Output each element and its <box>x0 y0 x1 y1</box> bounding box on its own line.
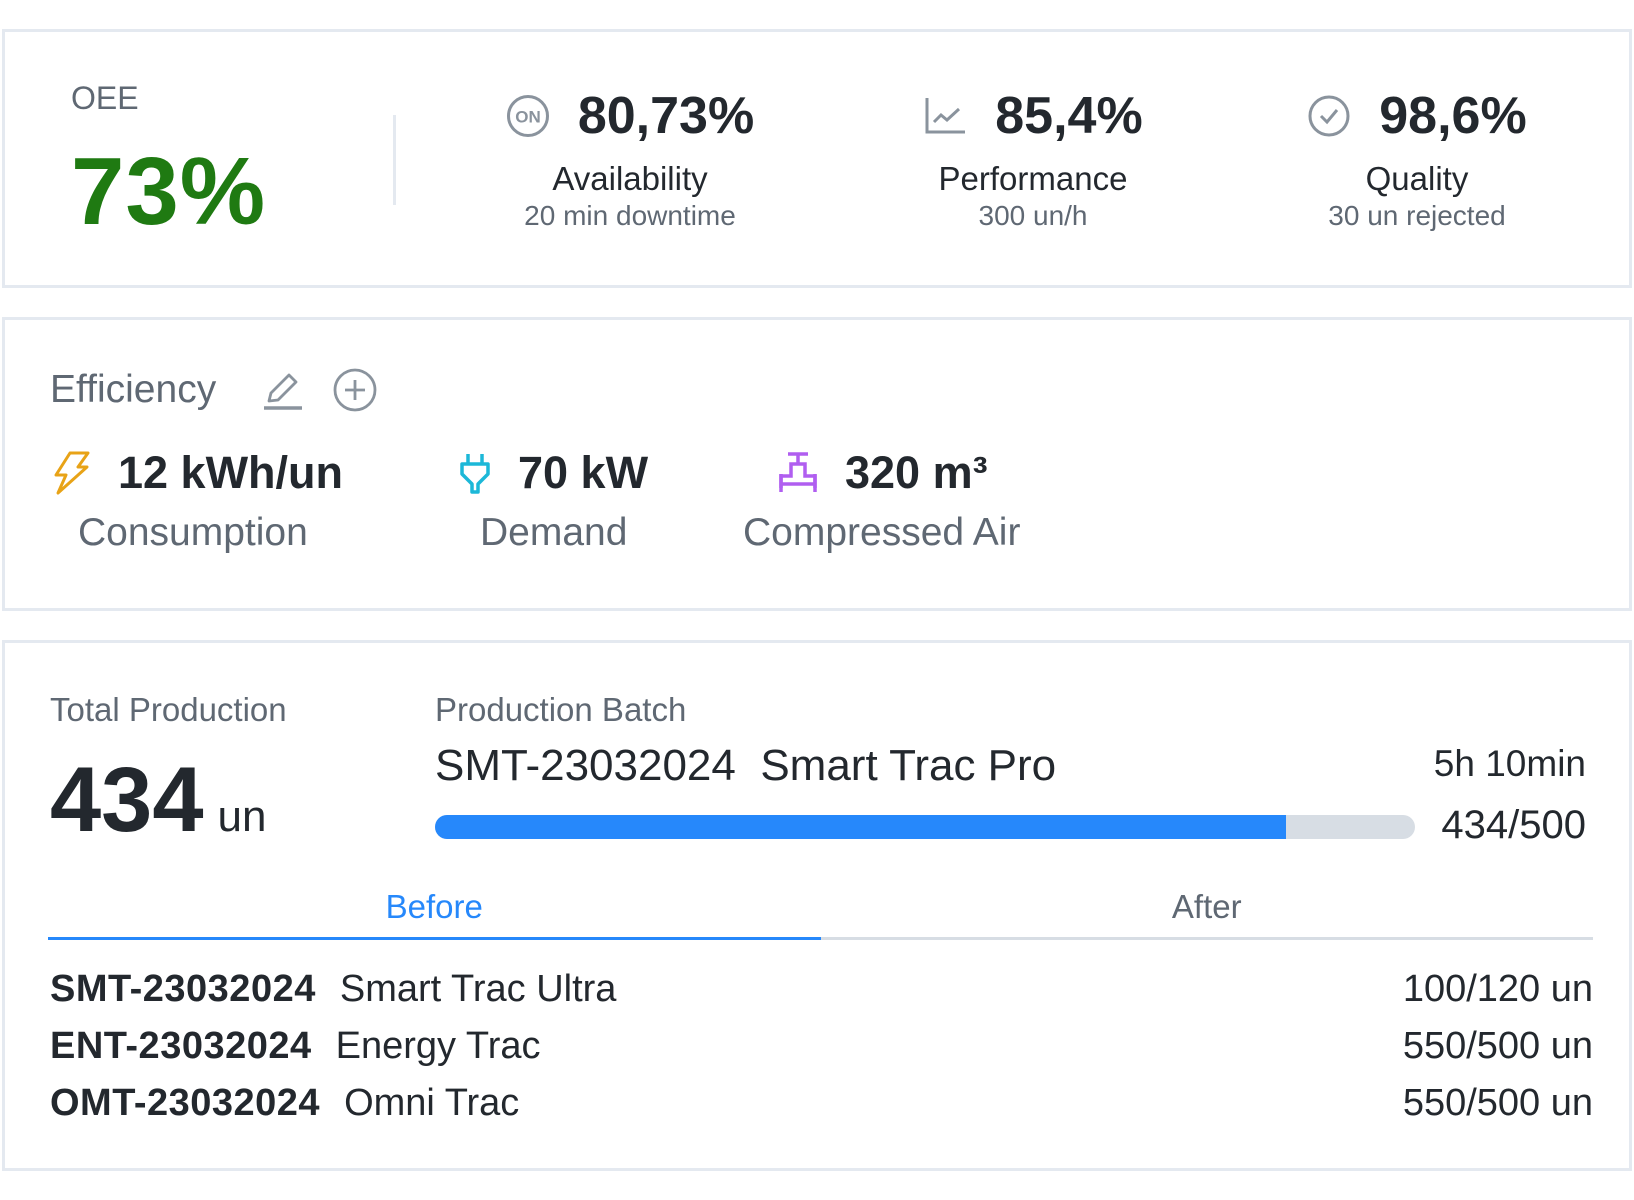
availability-value: 80,73% <box>577 87 755 145</box>
batch-count: 550/500 un <box>1402 1082 1593 1124</box>
production-batch-time: 5h 10min <box>1433 743 1586 784</box>
consumption-label: Consumption <box>78 511 308 554</box>
batch-name: Omni Trac <box>344 1082 520 1124</box>
check-circle-icon <box>1307 94 1351 138</box>
batch-name: Smart Trac Ultra <box>339 968 617 1010</box>
kpi-performance: 85,4% Performance 300 un/h <box>853 84 1213 232</box>
kpi-availability: ON 80,73% Availability 20 min downtime <box>450 84 810 232</box>
total-production-unit: un <box>217 792 267 841</box>
production-card: Total Production 434 un Production Batch … <box>2 640 1632 1171</box>
quality-label: Quality <box>1365 160 1469 197</box>
performance-sub: 300 un/h <box>978 200 1088 231</box>
batch-code: SMT-23032024 <box>50 968 316 1010</box>
list-item[interactable]: OMT-23032024 Omni Trac 550/500 un <box>50 1075 1593 1132</box>
kpi-quality: 98,6% Quality 30 un rejected <box>1237 84 1597 232</box>
production-batch-progress <box>435 815 1415 839</box>
batch-count: 100/120 un <box>1402 968 1593 1010</box>
total-production-label: Total Production <box>50 691 287 728</box>
production-batch-label: Production Batch <box>435 691 687 728</box>
metric-consumption: 12 kWh/un Consumption <box>52 445 343 555</box>
batch-code: ENT-23032024 <box>50 1025 312 1067</box>
oee-value: 73% <box>71 138 267 245</box>
consumption-value: 12 kWh/un <box>118 447 344 498</box>
list-item[interactable]: SMT-23032024 Smart Trac Ultra 100/120 un <box>50 961 1593 1018</box>
oee-card: OEE 73% ON 80,73% Availability 20 min do… <box>2 29 1632 288</box>
total-production-value: 434 un <box>50 748 266 853</box>
availability-sub: 20 min downtime <box>524 200 736 231</box>
svg-text:ON: ON <box>515 108 541 127</box>
valve-icon <box>777 450 819 496</box>
lightning-bolt-icon <box>52 450 92 496</box>
production-batch-name: SMT-23032024 Smart Trac Pro <box>435 741 1057 790</box>
availability-label: Availability <box>552 160 708 197</box>
quality-value: 98,6% <box>1379 87 1527 145</box>
batch-code: OMT-23032024 <box>50 1082 321 1124</box>
oee-label: OEE <box>71 80 139 116</box>
compressed-air-value: 320 m³ <box>845 447 988 498</box>
add-circle-icon[interactable] <box>332 367 378 413</box>
efficiency-actions <box>260 367 378 413</box>
progress-fill <box>435 815 1286 839</box>
demand-label: Demand <box>480 511 628 554</box>
metric-demand: 70 kW Demand <box>458 445 648 555</box>
edit-pencil-icon[interactable] <box>260 367 306 413</box>
quality-sub: 30 un rejected <box>1328 200 1506 231</box>
efficiency-title: Efficiency <box>50 368 217 411</box>
plug-icon <box>458 450 492 496</box>
tab-after[interactable]: After <box>821 888 1594 937</box>
total-production-number: 434 <box>50 749 204 851</box>
demand-value: 70 kW <box>518 447 649 498</box>
divider <box>393 115 396 205</box>
performance-value: 85,4% <box>995 87 1143 145</box>
production-batch-count: 434/500 <box>1441 803 1586 847</box>
compressed-air-label: Compressed Air <box>743 511 1021 554</box>
list-item[interactable]: ENT-23032024 Energy Trac 550/500 un <box>50 1018 1593 1075</box>
efficiency-card: Efficiency 12 kWh/un Consumption 70 kW D… <box>2 317 1632 611</box>
performance-label: Performance <box>938 160 1128 197</box>
line-chart-icon <box>923 94 967 138</box>
power-on-icon: ON <box>506 94 550 138</box>
batch-name: Energy Trac <box>335 1025 541 1067</box>
batch-count: 550/500 un <box>1402 1025 1593 1067</box>
batch-list: SMT-23032024 Smart Trac Ultra 100/120 un … <box>50 961 1593 1132</box>
metric-compressed-air: 320 m³ Compressed Air <box>743 445 1020 555</box>
batch-tabs: Before After <box>48 888 1593 940</box>
tab-before[interactable]: Before <box>48 888 821 940</box>
